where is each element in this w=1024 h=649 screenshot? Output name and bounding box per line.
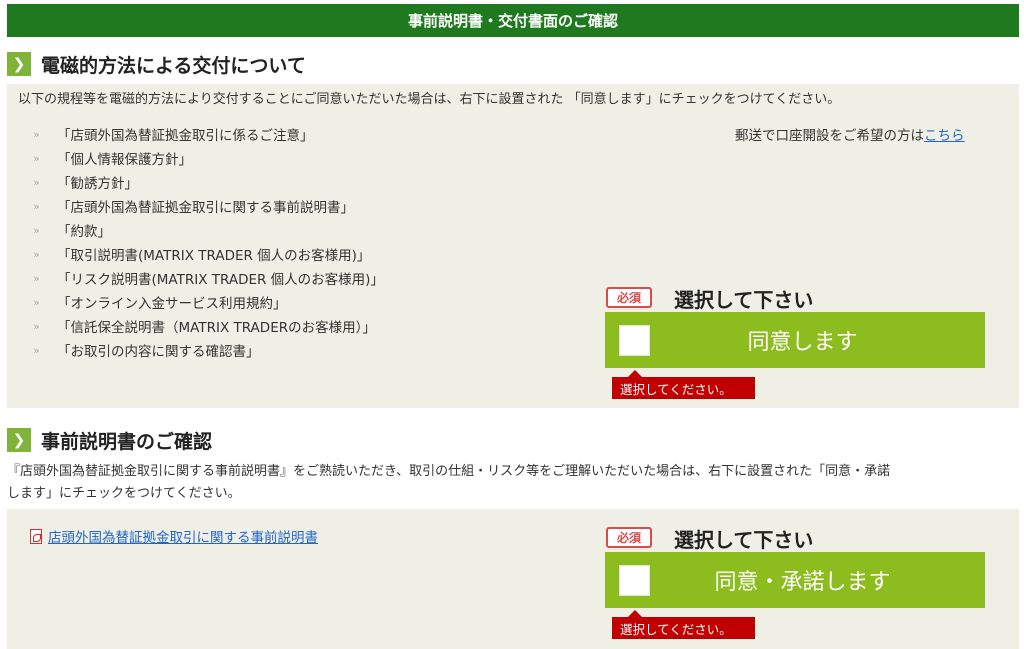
- bullet-icon: »: [33, 247, 40, 261]
- agree-consent-checkbox[interactable]: [619, 564, 650, 596]
- agree-label: 同意します: [747, 330, 858, 355]
- list-item: » 「取引説明書(MATRIX TRADER 個人のお客様用)」: [33, 247, 371, 265]
- section1-description: 以下の規程等を電磁的方法により交付することにご同意いただいた場合は、右下に設置さ…: [18, 92, 841, 107]
- mail-application-link[interactable]: こちら: [924, 128, 965, 144]
- required-badge: 必須: [606, 287, 652, 308]
- agree-consent-label: 同意・承諾します: [714, 570, 891, 595]
- list-item: » 「個人情報保護方針」: [33, 151, 192, 169]
- agree-checkbox-button[interactable]: 同意します: [605, 312, 985, 368]
- section-title-electronic-delivery: ❯ 電磁的方法による交付について: [7, 50, 306, 78]
- section-title-pre-contract: ❯ 事前説明書のご確認: [7, 426, 212, 454]
- list-item: » 「信託保全説明書（MATRIX TRADERのお客様用）」: [33, 319, 376, 337]
- bullet-icon: »: [33, 175, 40, 189]
- bullet-icon: »: [33, 199, 40, 213]
- list-item: » 「お取引の内容に関する確認書」: [33, 343, 260, 361]
- bullet-icon: »: [33, 127, 40, 141]
- bullet-icon: »: [33, 319, 40, 333]
- pdf-document-link[interactable]: 店頭外国為替証拠金取引に関する事前説明書: [48, 526, 318, 546]
- select-prompt: 選択して下さい: [674, 528, 814, 552]
- bullet-icon: »: [33, 295, 40, 309]
- chevron-right-icon: ❯: [7, 52, 31, 76]
- agree-checkbox[interactable]: [619, 324, 650, 356]
- list-item: » 「約款」: [33, 223, 111, 241]
- pdf-icon: [30, 528, 42, 544]
- mail-application-note: 郵送で口座開設をご希望の方はこちら: [735, 128, 965, 144]
- document-list: » 「店頭外国為替証拠金取引に係るご注意」 » 「個人情報保護方針」 » 「勧誘方針」…: [33, 122, 384, 362]
- bullet-icon: »: [33, 151, 40, 165]
- list-item: » 「リスク説明書(MATRIX TRADER 個人のお客様用)」: [33, 271, 384, 289]
- select-prompt: 選択して下さい: [674, 288, 814, 312]
- list-item: » 「勧誘方針」: [33, 175, 138, 193]
- list-item: » 「オンライン入金サービス利用規約」: [33, 295, 287, 313]
- required-badge: 必須: [606, 527, 652, 548]
- list-item: » 「店頭外国為替証拠金取引に関する事前説明書」: [33, 199, 354, 217]
- validation-error-tooltip: 選択してください。: [612, 610, 755, 639]
- page-title: 事前説明書・交付書面のご確認: [407, 12, 618, 30]
- section2-description: 『店頭外国為替証拠金取引に関する事前説明書』をご熟読いただき、取引の仕組・リスク…: [7, 464, 891, 501]
- section-title-text: 電磁的方法による交付について: [41, 54, 306, 77]
- page-header: 事前説明書・交付書面のご確認: [7, 4, 1019, 37]
- list-item: » 「店頭外国為替証拠金取引に係るご注意」: [33, 127, 314, 145]
- bullet-icon: »: [33, 343, 40, 357]
- section-title-text: 事前説明書のご確認: [41, 430, 213, 453]
- chevron-right-icon: ❯: [7, 428, 31, 452]
- bullet-icon: »: [33, 223, 40, 237]
- bullet-icon: »: [33, 271, 40, 285]
- validation-error-tooltip: 選択してください。: [612, 370, 755, 399]
- pdf-document-link-row: 店頭外国為替証拠金取引に関する事前説明書: [30, 526, 318, 546]
- agree-consent-checkbox-button[interactable]: 同意・承諾します: [605, 552, 985, 608]
